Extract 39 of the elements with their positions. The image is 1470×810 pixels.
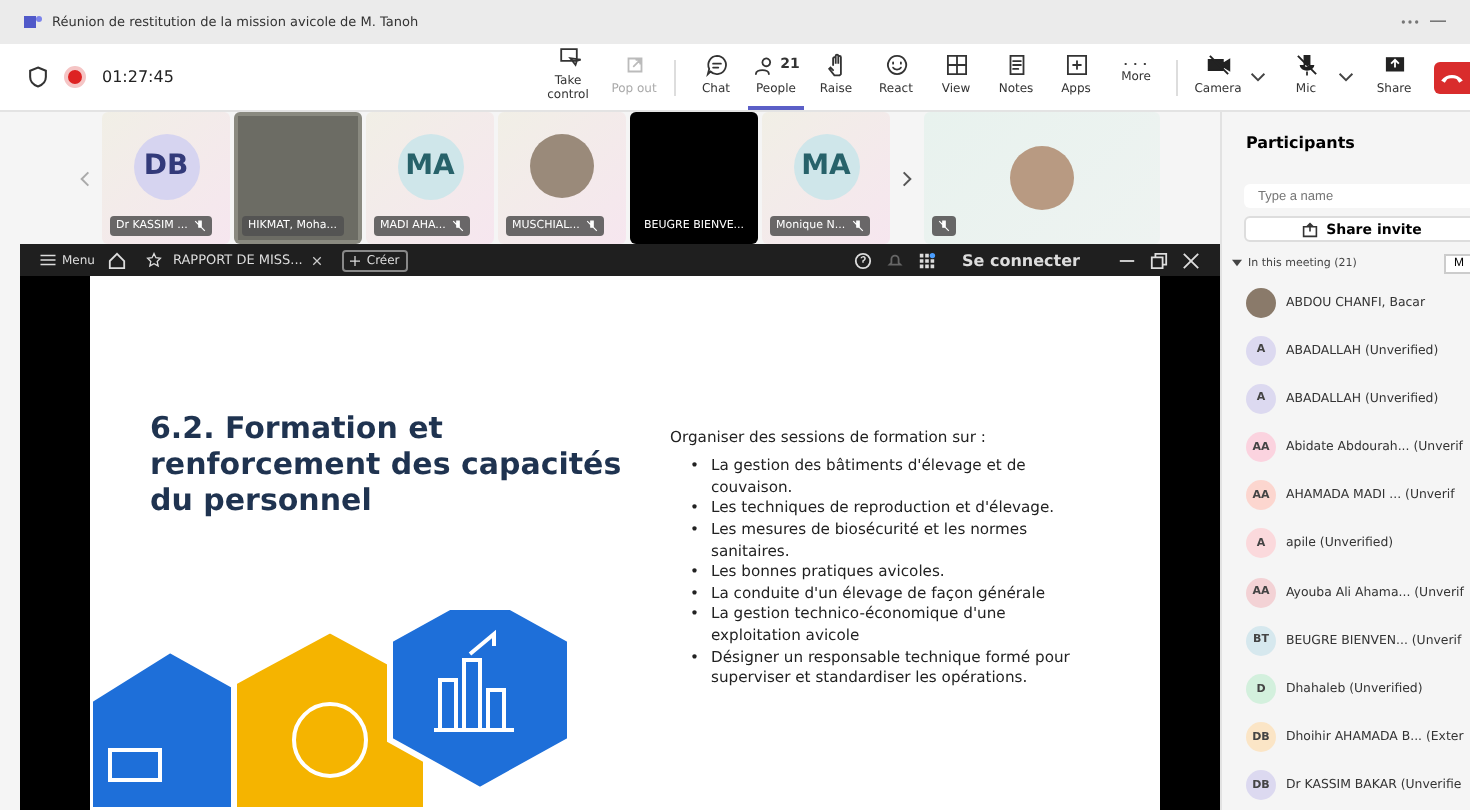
next-icon[interactable] [902,169,912,187]
close-icon[interactable] [1181,251,1200,269]
screen-cursor-icon [555,44,581,70]
smiley-icon [883,51,909,77]
slide-heading: 6.2. Formation et renforcement des capacités du personnel [150,410,624,518]
bell-icon[interactable] [886,251,905,269]
apps-grid-icon[interactable] [918,251,937,269]
chat-icon [703,51,729,77]
plus-icon [350,255,361,265]
menu-icon [40,254,56,266]
avatar: MA [793,133,859,199]
app-logo-icon [24,14,42,30]
avatar-photo-placeholder [1245,287,1276,318]
participant-tile[interactable] [924,112,1160,244]
chevron-down-icon[interactable] [1250,72,1266,82]
avatar-photo-placeholder [1010,146,1074,210]
add-icon [1063,51,1089,77]
avatar: DB [133,133,199,199]
panel-title: Participants [1245,134,1357,152]
leave-button[interactable] [1434,61,1470,93]
shield-icon[interactable] [28,66,48,88]
share-screen-icon [1381,51,1407,77]
close-icon[interactable] [312,255,323,265]
more-icon[interactable] [1400,18,1420,26]
mic-off-icon [1293,51,1319,77]
caret-icon [1231,258,1242,269]
restore-icon[interactable] [1149,251,1168,269]
star-icon [146,252,163,268]
help-icon[interactable] [854,251,873,269]
home-icon[interactable] [108,251,127,269]
camera-off-icon [1205,51,1231,77]
grid-icon [943,51,969,77]
avatar-photo-placeholder [530,134,594,198]
phone-icon [1440,71,1464,83]
avatar: MA [397,133,463,199]
sign-in-button[interactable]: Se connecter [962,251,1080,269]
share-icon [1302,221,1319,238]
call-timer: 01:27:45 [102,68,174,86]
chevron-down-icon[interactable] [1338,72,1354,82]
